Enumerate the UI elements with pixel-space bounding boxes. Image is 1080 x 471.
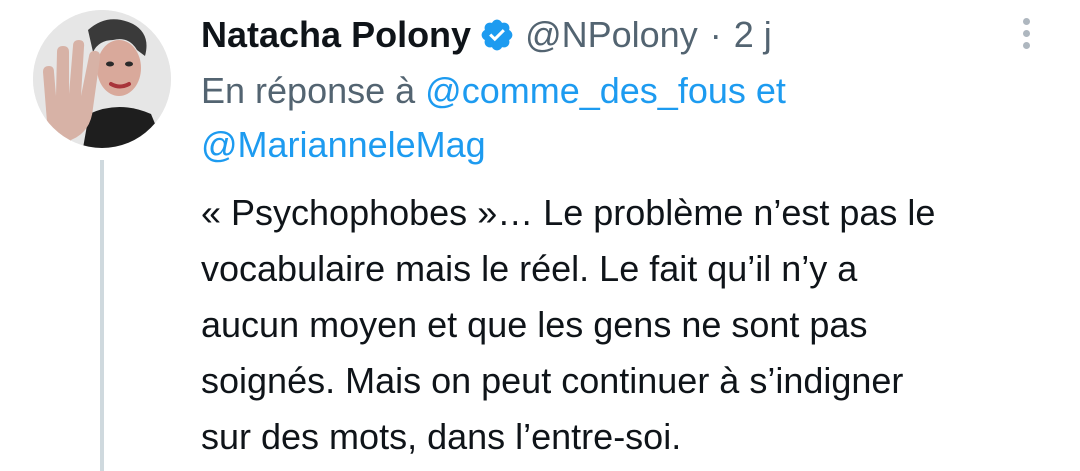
reply-conjunction: et <box>755 70 786 111</box>
avatar[interactable] <box>33 10 171 148</box>
avatar-photo <box>33 10 171 148</box>
tweet-text-line: vocabulaire mais le réel. Le fait qu’il … <box>201 248 858 289</box>
tweet-text-line: sur des mots, dans l’entre-soi. <box>201 416 682 457</box>
author-name[interactable]: Natacha Polony <box>201 14 471 56</box>
tweet-text-line: aucun moyen et que les gens ne sont pas <box>201 304 868 345</box>
reply-context: En réponse à @comme_des_fous et @Mariann… <box>201 64 1001 172</box>
mention-link[interactable]: @comme_des_fous <box>425 70 746 111</box>
tweet-text: « Psychophobes »… Le problème n’est pas … <box>201 185 1061 465</box>
tweet[interactable]: Natacha Polony @NPolony · 2 j En réponse… <box>0 0 1080 471</box>
tweet-header: Natacha Polony @NPolony · 2 j <box>201 9 772 61</box>
author-handle[interactable]: @NPolony <box>525 14 698 56</box>
more-vertical-icon[interactable] <box>1006 13 1046 53</box>
tweet-text-line: « Psychophobes »… Le problème n’est pas … <box>201 192 936 233</box>
verified-badge-icon <box>479 17 515 53</box>
thread-line <box>100 160 104 471</box>
reply-prefix: En réponse à <box>201 70 416 111</box>
tweet-text-line: soignés. Mais on peut continuer à s’indi… <box>201 360 904 401</box>
mention-link[interactable]: @MarianneleMag <box>201 124 486 165</box>
tweet-timestamp[interactable]: 2 j <box>734 14 772 56</box>
separator-dot: · <box>709 14 722 55</box>
